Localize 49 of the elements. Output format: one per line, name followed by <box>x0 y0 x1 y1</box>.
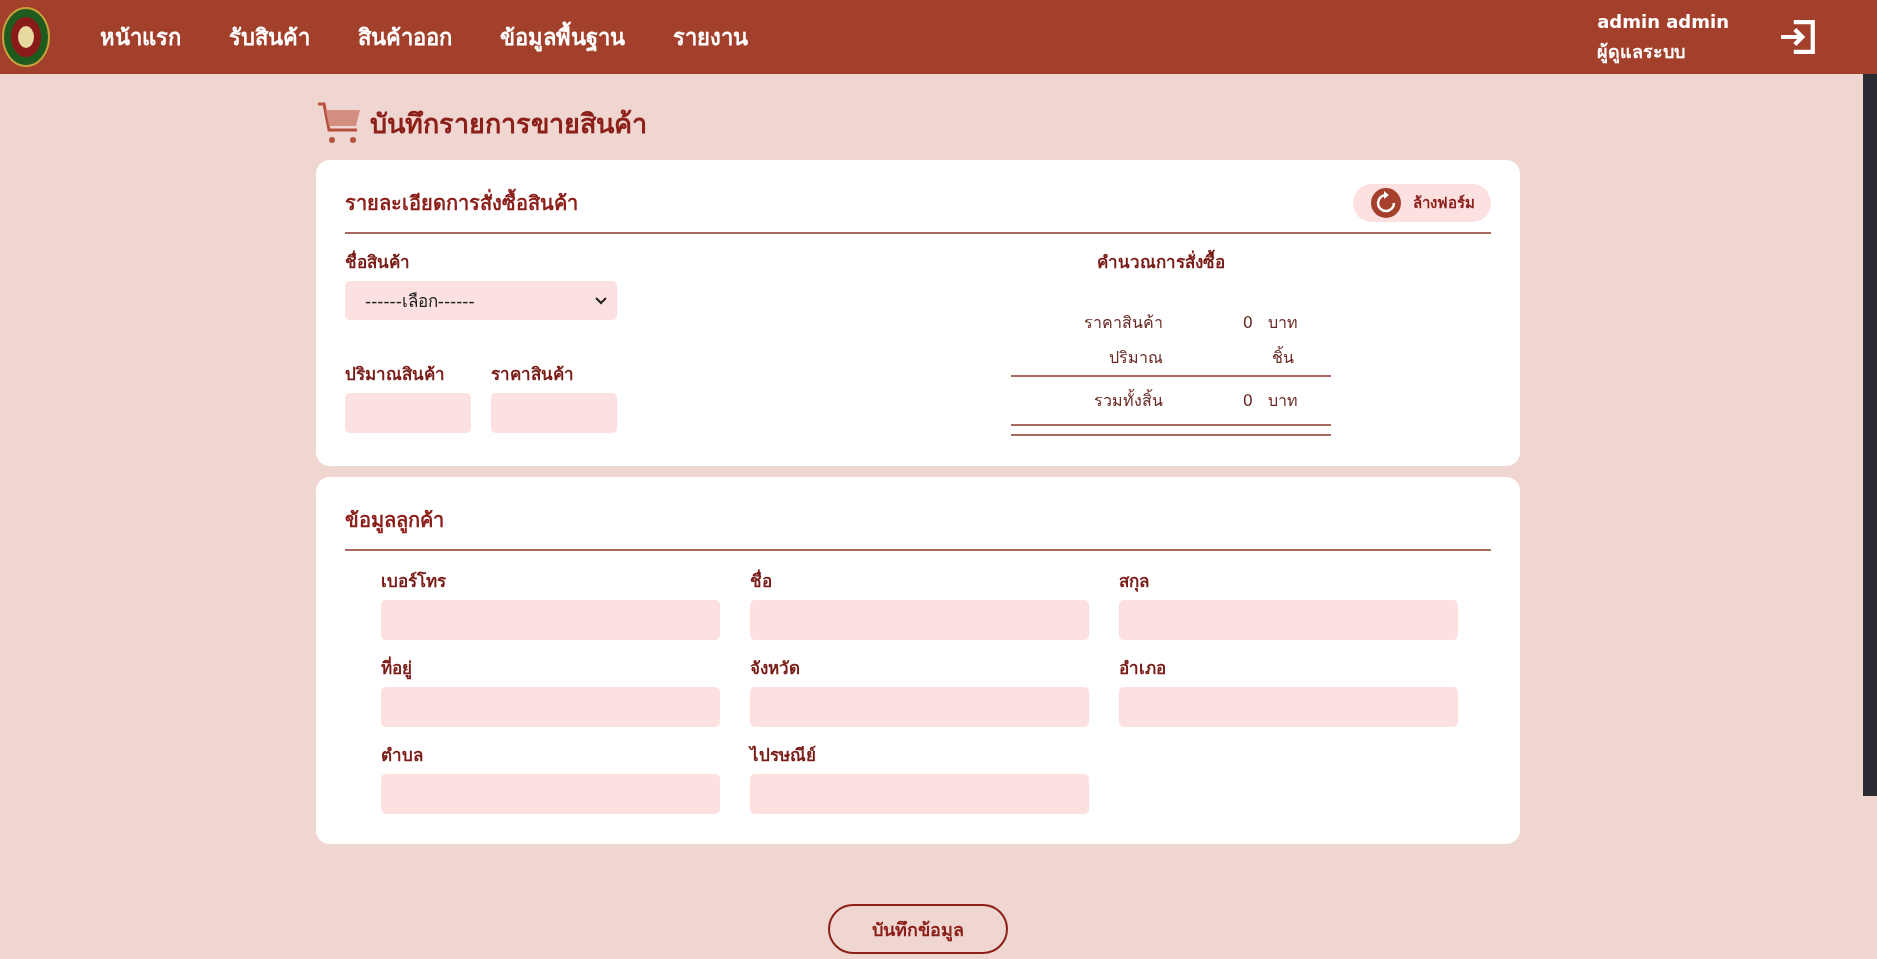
user-role: ผู้ดูแลระบบ <box>1597 40 1687 66</box>
summary-title: คำนวณการสั่งซื้อ <box>1001 248 1321 275</box>
summary-label: ราคาสินค้า <box>1083 312 1163 334</box>
field-label: ปริมาณสินค้า <box>345 363 446 386</box>
nav-link[interactable]: สินค้าออก <box>358 19 452 55</box>
card-title: รายละเอียดการสั่งซื้อสินค้า <box>345 187 578 219</box>
page-title: บันทึกรายการขายสินค้า <box>370 106 647 141</box>
summary-unit: บาท <box>1267 312 1299 334</box>
refresh-icon <box>1371 188 1401 218</box>
summary-label: รวมทั้งสิ้น <box>1093 388 1163 412</box>
field-label: อำเภอ <box>1119 657 1167 680</box>
text-input[interactable] <box>1119 687 1458 727</box>
reset-form-button[interactable]: ล้างฟอร์ม <box>1353 184 1491 222</box>
shopping-cart-icon <box>316 100 362 146</box>
text-input[interactable] <box>750 687 1089 727</box>
nav-link[interactable]: รายงาน <box>673 19 748 55</box>
summary-value: 0 <box>1241 313 1253 332</box>
nav-link[interactable]: ข้อมูลพื้นฐาน <box>500 19 625 55</box>
user-name: admin admin <box>1597 10 1729 34</box>
summary-unit: บาท <box>1267 390 1299 412</box>
field-label: เบอร์โทร <box>381 570 447 593</box>
text-input[interactable] <box>381 687 720 727</box>
save-button[interactable]: บันทึกข้อมูล <box>828 904 1008 954</box>
field-label: ชื่อ <box>750 568 773 593</box>
logout-icon[interactable] <box>1779 20 1817 54</box>
nav-link[interactable]: หน้าแรก <box>100 19 181 55</box>
chevron-down-icon <box>595 296 607 305</box>
text-input[interactable] <box>381 600 720 640</box>
field-label: สกุล <box>1119 570 1150 594</box>
text-input[interactable] <box>381 774 720 814</box>
field-label: ที่อยู่ <box>381 655 413 681</box>
price-input[interactable] <box>491 393 617 433</box>
field-label: ตำบล <box>381 744 424 767</box>
text-input[interactable] <box>1119 600 1458 640</box>
product-dropdown[interactable]: ------เลือก------ <box>345 281 617 320</box>
quantity-input[interactable] <box>345 393 471 433</box>
field-label: จังหวัด <box>750 657 801 680</box>
summary-value: 0 <box>1241 391 1253 410</box>
text-input[interactable] <box>750 774 1089 814</box>
field-label: ไปรษณีย์ <box>750 744 817 767</box>
text-input[interactable] <box>750 600 1089 640</box>
field-label: ชื่อสินค้า <box>345 249 411 274</box>
summary-label: ปริมาณ <box>1108 347 1163 369</box>
card-title: ข้อมูลลูกค้า <box>345 507 444 536</box>
emblem-logo[interactable] <box>2 5 50 69</box>
summary-unit: ชิ้น <box>1271 345 1295 369</box>
nav-link[interactable]: รับสินค้า <box>229 19 310 55</box>
field-label: ราคาสินค้า <box>491 363 575 386</box>
scrollbar[interactable] <box>1863 74 1877 796</box>
